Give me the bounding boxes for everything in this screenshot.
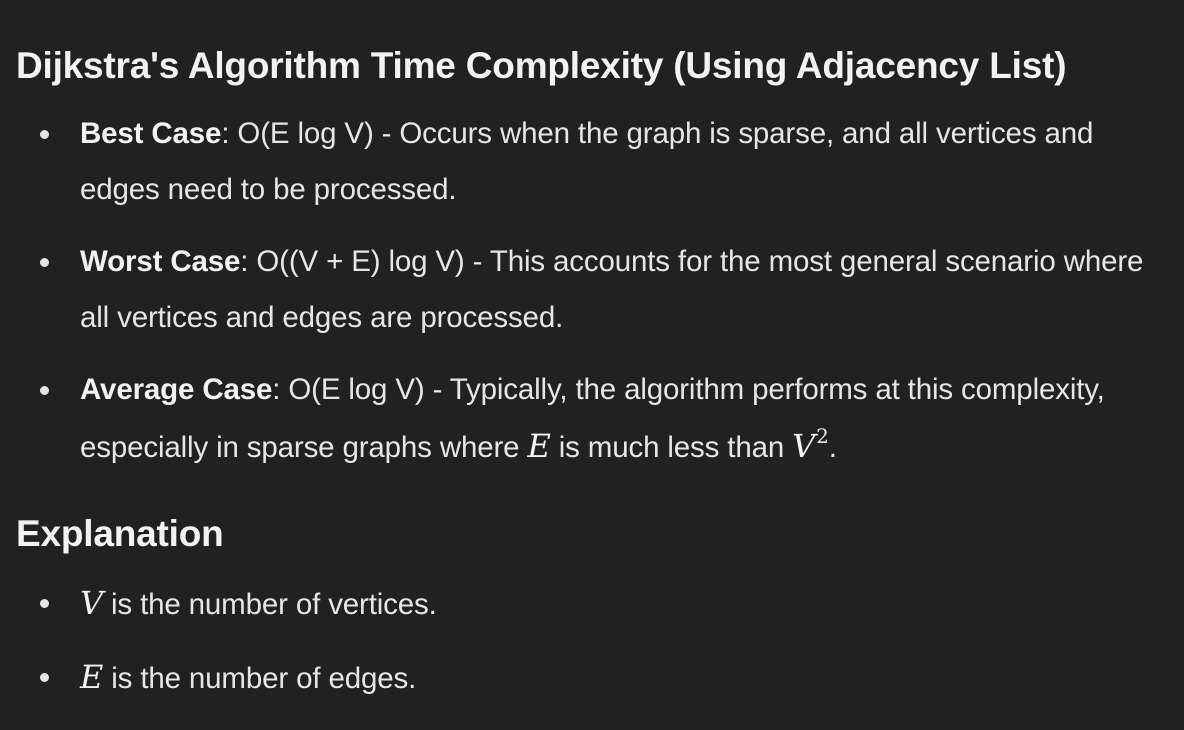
case-label: Best Case	[80, 117, 222, 150]
list-item-worst-case: Worst Case: O((V + E) log V) - This acco…	[16, 234, 1168, 346]
explanation-list: V is the number of vertices. E is the nu…	[16, 575, 1168, 707]
explanation-heading: Explanation	[16, 513, 224, 554]
bullet-icon	[40, 599, 49, 608]
explanation-text: is the number of edges.	[103, 662, 417, 695]
list-item-average-case: Average Case: O(E log V) - Typically, th…	[16, 362, 1168, 478]
bullet-icon	[40, 673, 49, 682]
math-v: V	[80, 584, 103, 622]
case-text-end: .	[828, 431, 837, 464]
list-item-vertices: V is the number of vertices.	[16, 575, 1168, 633]
explanation-text: is the number of vertices.	[102, 588, 437, 621]
case-label: Worst Case	[80, 245, 241, 278]
complexity-heading: Dijkstra's Algorithm Time Complexity (Us…	[16, 45, 1067, 86]
case-label: Average Case	[80, 373, 273, 406]
bullet-icon	[40, 258, 49, 267]
response-content: Dijkstra's Algorithm Time Complexity (Us…	[0, 0, 1184, 730]
complexity-case-list: Best Case: O(E log V) - Occurs when the …	[16, 106, 1168, 478]
case-separator: :	[221, 117, 238, 150]
bullet-icon	[40, 386, 49, 395]
list-item-best-case: Best Case: O(E log V) - Occurs when the …	[16, 106, 1168, 218]
math-e: E	[527, 427, 551, 465]
math-exponent: 2	[816, 424, 829, 448]
case-text-middle: is much less than	[550, 431, 793, 464]
math-v: V	[792, 427, 816, 465]
case-separator: :	[240, 245, 257, 278]
list-item-edges: E is the number of edges.	[16, 649, 1168, 707]
case-separator: :	[272, 373, 289, 406]
bullet-icon	[40, 130, 49, 139]
math-e: E	[80, 658, 104, 696]
